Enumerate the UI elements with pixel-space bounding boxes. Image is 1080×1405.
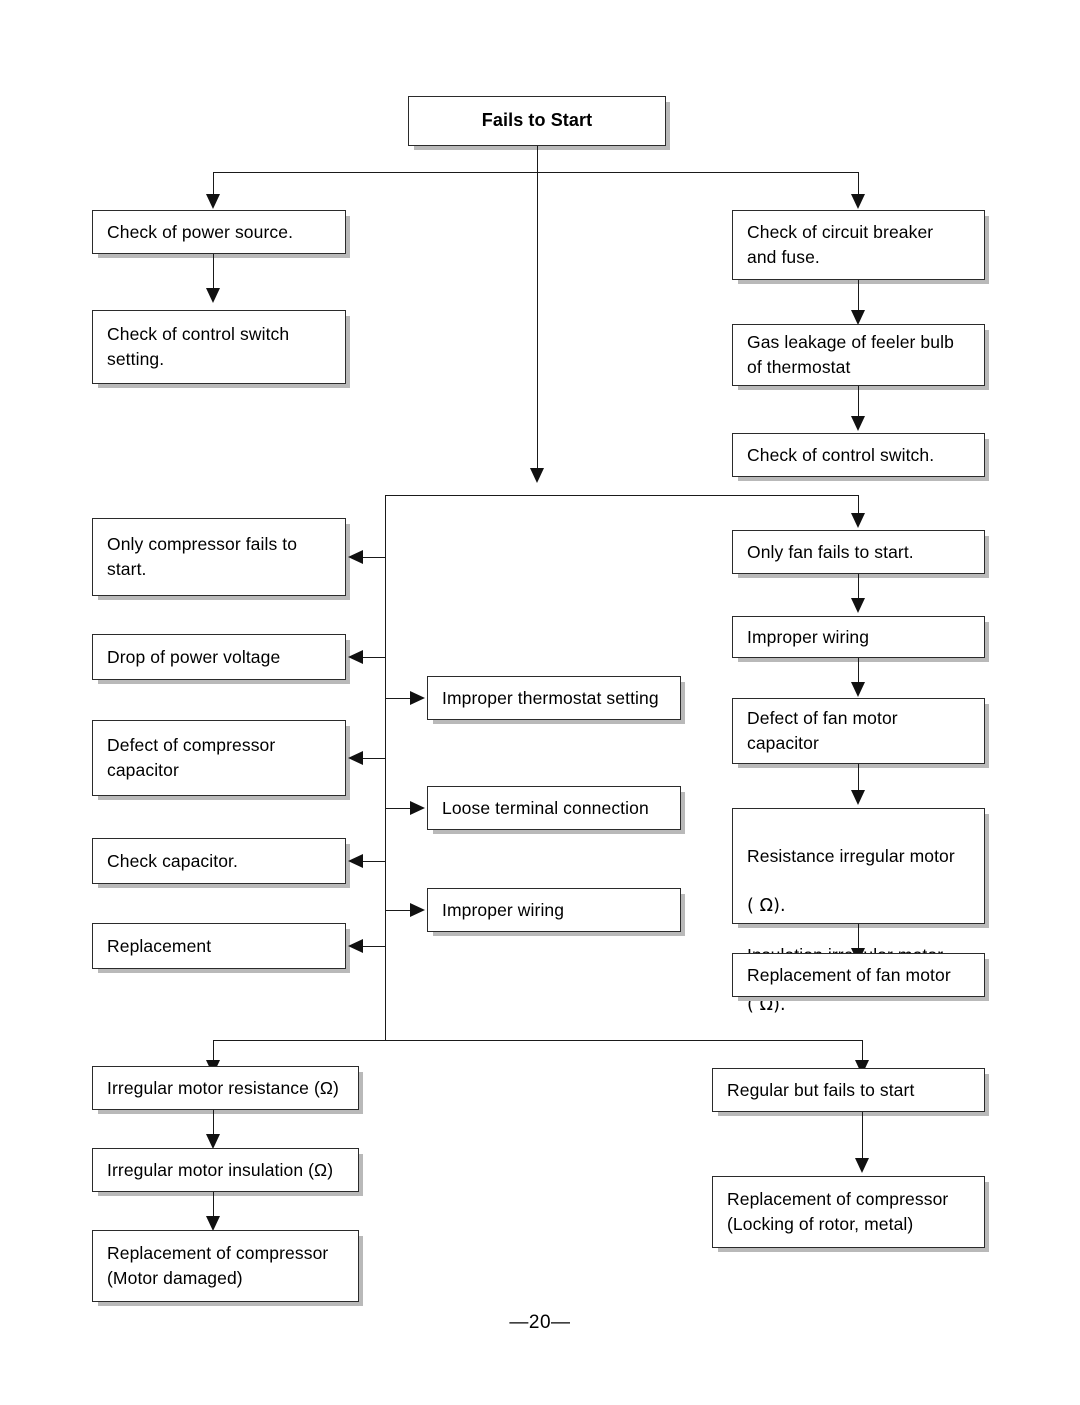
arrow-to-check-power-source	[206, 194, 220, 209]
connector-spine-to-drop-voltage	[363, 657, 385, 658]
node-defect-fan-motor-capacitor: Defect of fan motor capacitor	[732, 698, 985, 764]
connector-top-left-drop	[213, 172, 214, 196]
connector-spine-to-check-capacitor	[363, 861, 385, 862]
node-label: Check of power source.	[107, 221, 294, 242]
node-label: Check capacitor.	[107, 850, 238, 871]
connector-regular-to-replacement-locking	[862, 1112, 863, 1164]
arrow-to-improper-wiring-center	[410, 903, 425, 917]
node-irregular-motor-insulation: Irregular motor insulation (Ω)	[92, 1148, 359, 1192]
node-label: Defect of fan motor capacitor	[747, 708, 898, 753]
node-replacement-of-fan-motor: Replacement of fan motor	[732, 953, 985, 997]
node-label-line-1: Resistance irregular motor	[747, 845, 955, 866]
arrow-to-check-capacitor	[348, 854, 363, 868]
node-check-capacitor: Check capacitor.	[92, 838, 346, 884]
node-label: Only fan fails to start.	[747, 541, 914, 562]
arrow-to-defect-compressor-capacitor	[348, 751, 363, 765]
node-label: Irregular motor resistance (Ω)	[107, 1077, 339, 1098]
node-label: Replacement of fan motor	[747, 964, 951, 985]
arrow-to-replacement	[348, 939, 363, 953]
node-label: Gas leakage of feeler bulb of thermostat	[747, 332, 954, 377]
connector-mid-bus-right-drop	[858, 495, 859, 515]
arrow-to-replacement-compressor-locking	[855, 1158, 869, 1173]
arrow-to-resistance-irregular-motor	[851, 790, 865, 805]
connector-center-spine	[537, 172, 538, 470]
node-label: Improper thermostat setting	[442, 687, 659, 708]
node-label: Check of control switch.	[747, 444, 935, 465]
node-label: Loose terminal connection	[442, 797, 649, 818]
node-check-power-source: Check of power source.	[92, 210, 346, 254]
arrow-to-improper-wiring-right	[851, 598, 865, 613]
arrow-to-replacement-compressor-motor-damaged	[206, 1216, 220, 1231]
node-drop-of-power-voltage: Drop of power voltage	[92, 634, 346, 680]
node-improper-wiring-right: Improper wiring	[732, 616, 985, 658]
arrow-to-defect-fan-motor-capacitor	[851, 682, 865, 697]
connector-mid-left-spine	[385, 495, 386, 1040]
connector-spine-to-replacement	[363, 946, 385, 947]
node-label: Defect of compressor capacitor	[107, 735, 276, 780]
node-improper-thermostat-setting: Improper thermostat setting	[427, 676, 681, 720]
node-label: Check of circuit breaker and fuse.	[747, 222, 934, 267]
node-check-control-switch: Check of control switch.	[732, 433, 985, 477]
node-only-compressor-fails: Only compressor fails to start.	[92, 518, 346, 596]
arrow-to-check-control-switch	[851, 416, 865, 431]
node-fails-to-start: Fails to Start	[408, 96, 666, 146]
node-label: Improper wiring	[442, 899, 565, 920]
node-label: Replacement of compressor (Motor damaged…	[107, 1243, 329, 1288]
arrow-to-improper-thermostat-setting	[410, 691, 425, 705]
connector-spine-to-thermostat-setting	[385, 698, 412, 699]
node-regular-but-fails-to-start: Regular but fails to start	[712, 1068, 985, 1112]
node-label: Check of control switch setting.	[107, 324, 290, 369]
node-label: Replacement of compressor (Locking of ro…	[727, 1189, 949, 1234]
node-label: Improper wiring	[747, 626, 870, 647]
connector-bottom-bus	[213, 1040, 863, 1041]
node-loose-terminal-connection: Loose terminal connection	[427, 786, 681, 830]
node-label: Irregular motor insulation (Ω)	[107, 1159, 334, 1180]
node-label: Fails to Start	[481, 110, 593, 131]
arrow-to-irregular-motor-insulation	[206, 1134, 220, 1149]
node-replacement-compressor-motor-damaged: Replacement of compressor (Motor damaged…	[92, 1230, 359, 1302]
connector-spine-to-defect-capacitor	[363, 758, 385, 759]
connector-top-bus	[213, 172, 859, 173]
node-label: Only compressor fails to start.	[107, 534, 298, 579]
arrow-to-only-compressor-fails	[348, 550, 363, 564]
arrow-to-check-breaker	[851, 194, 865, 209]
connector-spine-to-only-compressor	[363, 557, 385, 558]
flowchart-page: Fails to Start Check of power source. Ch…	[0, 0, 1080, 1405]
page-number: —20—	[509, 1312, 571, 1333]
node-replacement-compressor-locking: Replacement of compressor (Locking of ro…	[712, 1176, 985, 1248]
arrow-center-spine-to-bus	[530, 468, 544, 483]
node-gas-leakage-feeler-bulb: Gas leakage of feeler bulb of thermostat	[732, 324, 985, 386]
connector-spine-to-improper-wiring-center	[385, 910, 412, 911]
node-defect-compressor-capacitor: Defect of compressor capacitor	[92, 720, 346, 796]
node-label: Drop of power voltage	[107, 646, 281, 667]
connector-start-stem	[537, 146, 538, 173]
connector-top-right-drop	[858, 172, 859, 196]
node-replacement: Replacement	[92, 923, 346, 969]
arrow-to-drop-of-power-voltage	[348, 650, 363, 664]
node-improper-wiring-center: Improper wiring	[427, 888, 681, 932]
node-label: Regular but fails to start	[727, 1079, 915, 1100]
connector-mid-bus	[385, 495, 859, 496]
node-only-fan-fails: Only fan fails to start.	[732, 530, 985, 574]
connector-spine-to-loose-terminal	[385, 808, 412, 809]
arrow-to-loose-terminal-connection	[410, 801, 425, 815]
arrow-to-gas-leakage	[851, 310, 865, 325]
node-irregular-motor-resistance: Irregular motor resistance (Ω)	[92, 1066, 359, 1110]
node-check-circuit-breaker: Check of circuit breaker and fuse.	[732, 210, 985, 280]
node-label: Replacement	[107, 935, 212, 956]
arrow-to-only-fan-fails	[851, 513, 865, 528]
node-label-line-2: ( Ω).	[747, 895, 786, 916]
node-resistance-insulation-irregular-motor: Resistance irregular motor ( Ω). Insulat…	[732, 808, 985, 1015]
arrow-to-control-switch-setting	[206, 288, 220, 303]
node-check-control-switch-setting: Check of control switch setting.	[92, 310, 346, 384]
